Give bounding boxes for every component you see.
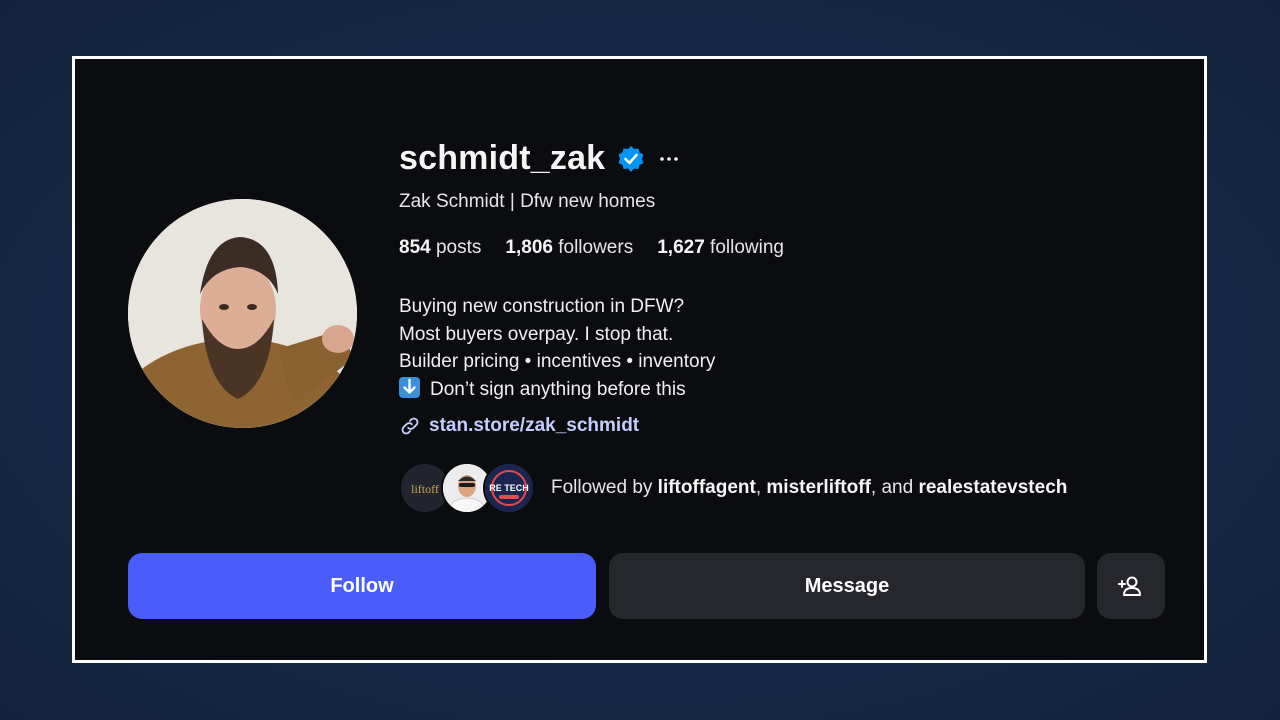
followed-by-prefix: Followed by: [551, 477, 658, 498]
add-user-icon: [1118, 576, 1141, 596]
following-stat[interactable]: 1,627 following: [657, 237, 784, 259]
bio-line-1: Buying new construction in DFW?: [399, 296, 685, 317]
follow-button[interactable]: Follow: [128, 553, 596, 619]
followed-by-sep-1: ,: [755, 477, 767, 498]
posts-count: 854: [399, 237, 431, 258]
verified-badge-icon: [618, 145, 644, 172]
link-icon: [401, 417, 419, 435]
followed-by-user-3[interactable]: realestatevstech: [918, 477, 1067, 498]
followers-stat[interactable]: 1,806 followers: [505, 237, 633, 259]
followed-by-text: Followed by liftoffagent, misterliftoff,…: [551, 477, 1067, 499]
followed-by-sep-2: , and: [870, 477, 919, 498]
following-count: 1,627: [657, 237, 705, 258]
followed-by-user-1[interactable]: liftoffagent: [658, 477, 756, 498]
full-name: Zak Schmidt | Dfw new homes: [399, 191, 656, 212]
more-options-icon[interactable]: [659, 149, 679, 169]
down-arrow-icon: [399, 376, 420, 398]
followers-count: 1,806: [505, 237, 553, 258]
follower-avatar-label-3: RE TECH: [489, 483, 529, 493]
username-row: schmidt_zak: [399, 139, 679, 178]
following-label: following: [710, 237, 784, 258]
posts-stat: 854 posts: [399, 237, 481, 259]
bio: Buying new construction in DFW? Most buy…: [399, 293, 715, 403]
followed-by[interactable]: liftoff RE TECH Followed by liftoffagent…: [399, 462, 1067, 514]
posts-label: posts: [435, 237, 482, 258]
follower-avatar-realestatevstech: RE TECH: [483, 462, 535, 514]
bio-line-2: Most buyers overpay. I stop that.: [399, 323, 674, 345]
followers-label: followers: [558, 237, 634, 258]
message-button[interactable]: Message: [609, 553, 1085, 619]
bio-line-4-row: Don’t sign anything before this: [399, 376, 715, 404]
profile-card: schmidt_zak Zak Schmidt | Dfw new homes …: [72, 56, 1207, 663]
add-user-button[interactable]: [1097, 553, 1165, 619]
profile-stats: 854 posts 1,806 followers 1,627 followin…: [399, 237, 784, 259]
profile-link[interactable]: stan.store/zak_schmidt: [399, 415, 639, 437]
profile-avatar[interactable]: [128, 199, 357, 428]
follower-avatar-label-1: liftoff: [411, 482, 439, 496]
bio-line-3: Builder pricing • incentives • inventory: [399, 351, 716, 372]
username[interactable]: schmidt_zak: [399, 139, 605, 178]
link-text: stan.store/zak_schmidt: [429, 415, 640, 436]
bio-line-4: Don’t sign anything before this: [430, 378, 686, 400]
profile-photo: [128, 199, 357, 428]
followed-by-user-2[interactable]: misterliftoff: [766, 477, 871, 498]
